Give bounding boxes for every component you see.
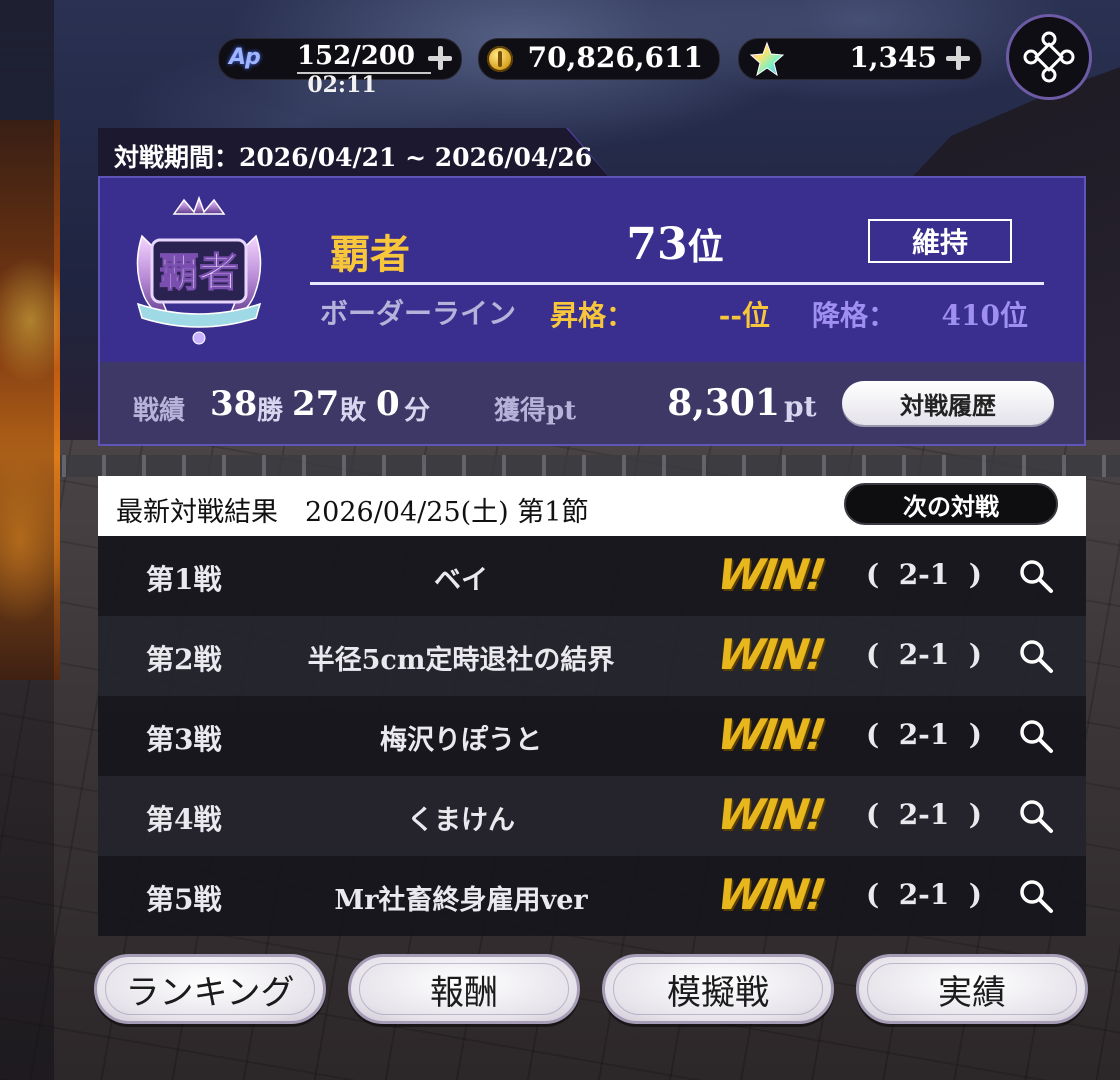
svg-text:覇者: 覇者 [159, 249, 239, 296]
points-value: 8,301 [667, 382, 780, 424]
latest-results-title: 最新対戦結果 2026/04/25(土) 第1節 [116, 497, 589, 528]
search-icon[interactable] [1018, 878, 1054, 914]
match-number: 第4戦 [146, 803, 222, 836]
class-name: 覇者 [330, 231, 410, 278]
opponent-name: Mr社畜終身雇用ver [334, 885, 588, 916]
match-score: ( 2-1 ) [865, 638, 983, 671]
win-badge: WIN! [714, 710, 826, 759]
match-number: 第3戦 [146, 723, 222, 756]
win-badge: WIN! [714, 790, 826, 839]
wins-unit: 勝 [257, 396, 284, 426]
champion-class-emblem: 覇者 [136, 196, 262, 345]
search-icon[interactable] [1018, 718, 1054, 754]
current-rank-unit: 位 [687, 226, 724, 268]
record-label: 戦績 [133, 396, 186, 426]
rainbow-star-icon [749, 41, 785, 77]
win-badge: WIN! [714, 550, 826, 599]
knot-emblem-icon [1023, 31, 1075, 83]
gem-add-button[interactable] [945, 45, 971, 71]
left-shade [0, 0, 54, 1080]
next-battle-button[interactable]: 次の対戦 [844, 483, 1058, 525]
points-label: 獲得pt [494, 396, 577, 426]
match-row[interactable]: 第5戦 Mr社畜終身雇用ver WIN! ( 2-1 ) [98, 856, 1086, 936]
points-unit: pt [784, 390, 817, 423]
win-badge: WIN! [714, 630, 826, 679]
match-row[interactable]: 第2戦 半径5cm定時退社の結界 WIN! ( 2-1 ) [98, 616, 1086, 696]
current-rank: 73位 [600, 218, 750, 270]
coin-value: 70,826,611 [527, 41, 703, 74]
railing [54, 455, 1120, 477]
ap-add-button[interactable] [427, 45, 453, 71]
match-score: ( 2-1 ) [865, 718, 983, 751]
match-score: ( 2-1 ) [865, 558, 983, 591]
ap-value: 152/200 [296, 41, 416, 71]
rank-status-badge: 維持 [868, 219, 1012, 263]
search-icon[interactable] [1018, 558, 1054, 594]
search-icon[interactable] [1018, 638, 1054, 674]
current-rank-value: 73 [626, 219, 688, 270]
menu-button[interactable] [1006, 14, 1092, 100]
losses-count: 27 [292, 384, 340, 424]
match-row[interactable]: 第3戦 梅沢りぽうと WIN! ( 2-1 ) [98, 696, 1086, 776]
opponent-name: 梅沢りぽうと [380, 725, 542, 756]
battle-period: 対戦期間：2026/04/21 ~ 2026/04/26 [114, 143, 593, 172]
gem-counter: 1,345 [738, 38, 982, 80]
mock-battle-button[interactable]: 模擬戦 [602, 954, 834, 1024]
rank-divider [310, 282, 1044, 285]
battle-history-button[interactable]: 対戦履歴 [842, 381, 1054, 425]
demotion-rank: 410位 [941, 299, 1028, 332]
win-badge: WIN! [714, 870, 826, 919]
wins-count: 38 [210, 384, 258, 424]
border-line-label: ボーダーライン [320, 297, 517, 330]
match-row[interactable]: 第4戦 くまけん WIN! ( 2-1 ) [98, 776, 1086, 856]
match-row[interactable]: 第1戦 ベイ WIN! ( 2-1 ) [98, 536, 1086, 616]
losses-unit: 敗 [340, 396, 367, 426]
match-number: 第5戦 [146, 883, 222, 916]
ranking-button[interactable]: ランキング [94, 954, 326, 1024]
coin-counter: 70,826,611 [478, 38, 720, 80]
promotion-label: 昇格： [550, 299, 635, 332]
match-number: 第2戦 [146, 643, 222, 676]
draws-unit: 分 [404, 396, 431, 426]
match-score: ( 2-1 ) [865, 798, 983, 831]
opponent-name: くまけん [407, 805, 515, 836]
achievements-button[interactable]: 実績 [856, 954, 1088, 1024]
draws-count: 0 [376, 384, 400, 424]
promotion-rank: --位 [718, 299, 770, 332]
match-score: ( 2-1 ) [865, 878, 983, 911]
match-number: 第1戦 [146, 563, 222, 596]
ap-icon: Ap [229, 45, 261, 70]
search-icon[interactable] [1018, 798, 1054, 834]
opponent-name: ベイ [434, 565, 488, 596]
opponent-name: 半径5cm定時退社の結界 [307, 645, 615, 676]
coin-icon [487, 46, 513, 72]
ap-recovery-timer: 02:11 [307, 72, 377, 98]
rewards-button[interactable]: 報酬 [348, 954, 580, 1024]
demotion-label: 降格： [812, 299, 897, 332]
gem-value: 1,345 [849, 41, 937, 74]
